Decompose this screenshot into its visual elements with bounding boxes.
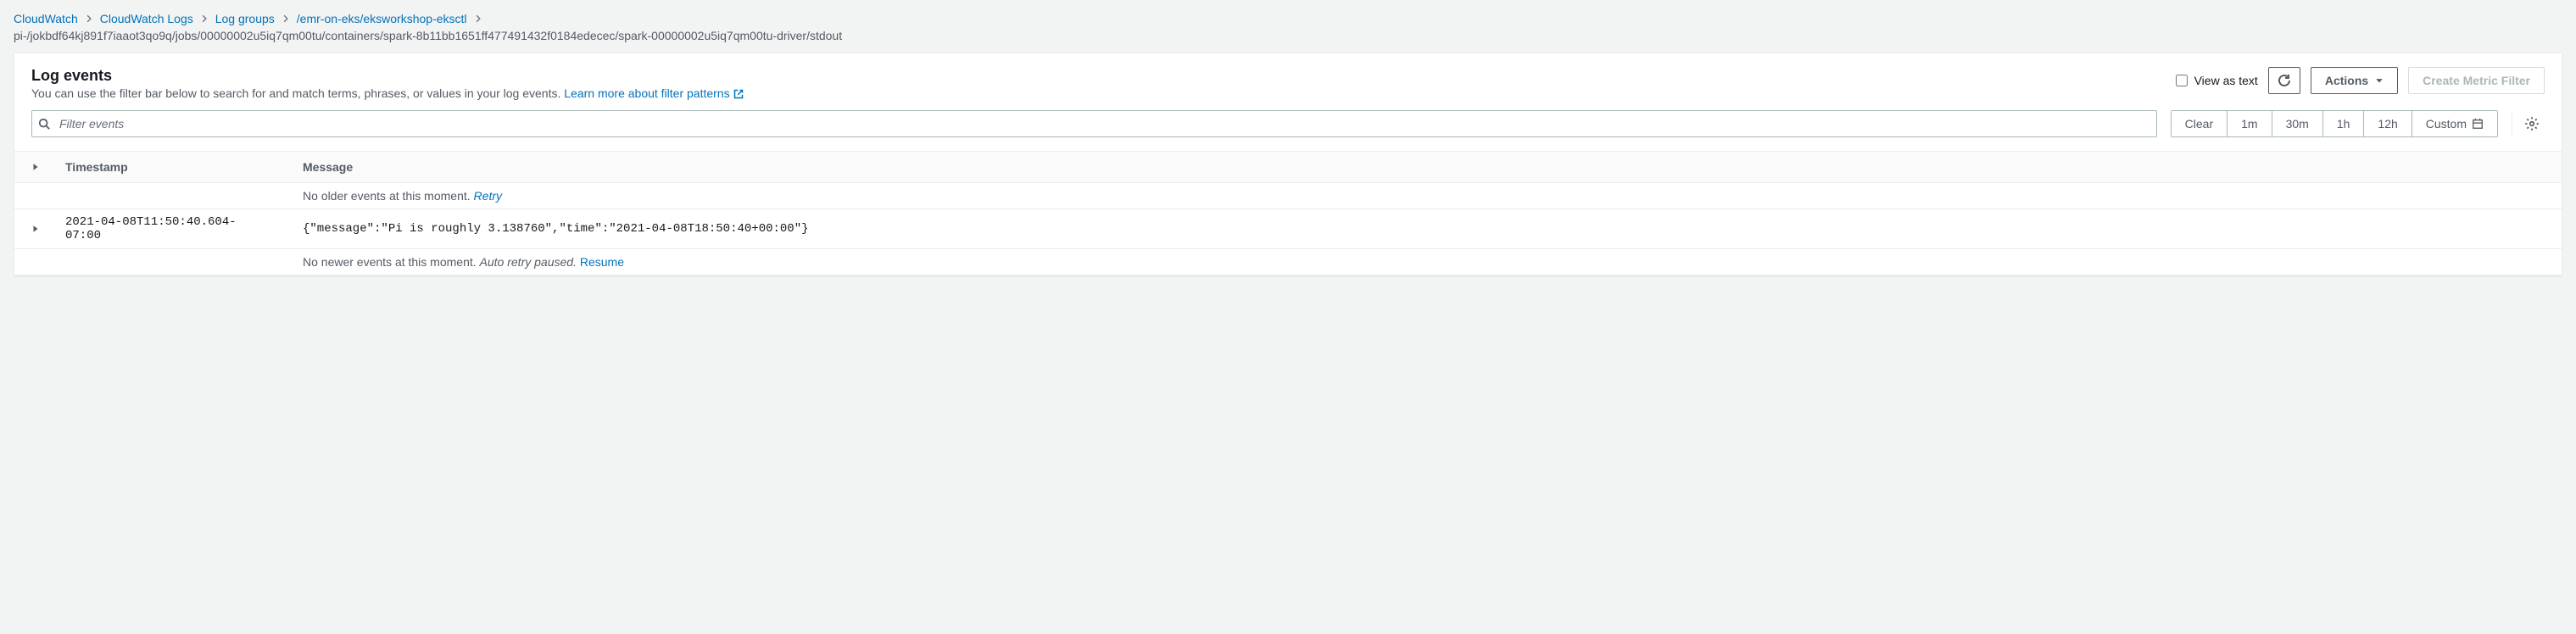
settings-button[interactable] <box>2519 111 2545 136</box>
view-as-text-label: View as text <box>2194 74 2258 87</box>
calendar-icon <box>2472 118 2484 130</box>
no-older-events-row: No older events at this moment. Retry <box>14 183 2562 209</box>
no-newer-events-row: No newer events at this moment. Auto ret… <box>14 249 2562 275</box>
view-as-text-input[interactable] <box>2176 75 2188 86</box>
column-timestamp[interactable]: Timestamp <box>48 152 286 183</box>
chevron-right-icon <box>200 14 209 23</box>
view-as-text-checkbox[interactable]: View as text <box>2176 74 2258 87</box>
expand-row-toggle[interactable] <box>31 225 40 233</box>
chevron-right-icon <box>282 14 290 23</box>
resume-link[interactable]: Resume <box>580 255 624 269</box>
time-custom-button[interactable]: Custom <box>2412 111 2497 136</box>
cell-message: {"message":"Pi is roughly 3.138760","tim… <box>286 209 2562 249</box>
chevron-right-icon <box>474 14 482 23</box>
time-clear-button[interactable]: Clear <box>2172 111 2228 136</box>
expand-all-toggle[interactable] <box>31 163 40 171</box>
breadcrumb-link-cloudwatch[interactable]: CloudWatch <box>14 12 78 25</box>
time-30m-button[interactable]: 30m <box>2272 111 2323 136</box>
page-description: You can use the filter bar below to sear… <box>31 86 2176 100</box>
breadcrumb-link-log-group-name[interactable]: /emr-on-eks/eksworkshop-eksctl <box>297 12 467 25</box>
breadcrumb-link-cloudwatch-logs[interactable]: CloudWatch Logs <box>100 12 193 25</box>
gear-icon <box>2524 116 2540 131</box>
time-12h-button[interactable]: 12h <box>2364 111 2412 136</box>
log-events-table: Timestamp Message No older events at thi… <box>14 151 2562 275</box>
column-message[interactable]: Message <box>286 152 2562 183</box>
breadcrumb-link-log-groups[interactable]: Log groups <box>215 12 275 25</box>
breadcrumb: CloudWatch CloudWatch Logs Log groups /e… <box>14 12 2562 25</box>
external-link-icon <box>733 89 744 99</box>
time-1m-button[interactable]: 1m <box>2228 111 2272 136</box>
time-range-group: Clear 1m 30m 1h 12h Custom <box>2171 110 2498 137</box>
page-title: Log events <box>31 67 2176 85</box>
time-1h-button[interactable]: 1h <box>2323 111 2365 136</box>
cell-timestamp: 2021-04-08T11:50:40.604-07:00 <box>48 209 286 249</box>
chevron-right-icon <box>85 14 93 23</box>
table-row[interactable]: 2021-04-08T11:50:40.604-07:00 {"message"… <box>14 209 2562 249</box>
retry-link[interactable]: Retry <box>474 189 502 203</box>
refresh-button[interactable] <box>2268 67 2300 94</box>
refresh-icon <box>2278 74 2291 87</box>
log-events-panel: Log events You can use the filter bar be… <box>14 53 2562 276</box>
search-icon <box>38 118 50 130</box>
filter-events-input[interactable] <box>31 110 2157 137</box>
create-metric-filter-button[interactable]: Create Metric Filter <box>2408 67 2545 94</box>
caret-down-icon <box>2375 76 2384 85</box>
learn-more-link[interactable]: Learn more about filter patterns <box>564 86 743 100</box>
breadcrumb-current: pi-/jokbdf64kj891f7iaaot3qo9q/jobs/00000… <box>14 29 2562 42</box>
actions-button[interactable]: Actions <box>2311 67 2398 94</box>
